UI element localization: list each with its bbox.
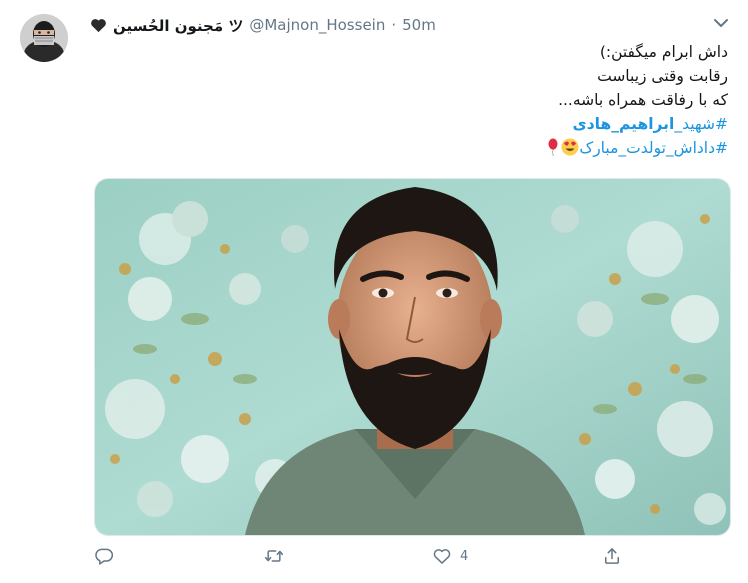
- retweet-icon: [264, 550, 284, 562]
- hashtag-link[interactable]: #داداش_تولدت_مبارک: [579, 139, 728, 157]
- black-heart-icon: [91, 18, 106, 32]
- heart-eyes-emoji-icon: [561, 138, 579, 156]
- tweet-line: که با رفاقت همراه باشه...: [558, 91, 728, 109]
- hashtag-bold-part: ابراهیم_هادی: [572, 115, 675, 133]
- chevron-down-icon[interactable]: [710, 14, 732, 32]
- display-name[interactable]: مَجنون الحُسین ツ: [113, 15, 243, 36]
- tweet-media-image[interactable]: [94, 178, 731, 536]
- tweet-text: داش ابرام میگفتن:) رقابت وقتی زیباست که …: [108, 40, 728, 160]
- reply-icon: [95, 548, 114, 565]
- tweet-header: مَجنون الحُسین ツ @Majnon_Hossein · 50m: [90, 14, 436, 36]
- avatar[interactable]: [20, 14, 68, 62]
- like-heart-icon: [433, 549, 451, 564]
- reply-button[interactable]: [94, 546, 114, 566]
- tweet-line: داش ابرام میگفتن:): [599, 43, 728, 61]
- user-handle[interactable]: @Majnon_Hossein: [249, 16, 385, 34]
- hashtag-link[interactable]: #شهید_ابراهیم_هادی: [573, 115, 728, 133]
- hashtag-line-1: #شهید_ابراهیم_هادی: [108, 112, 728, 136]
- like-count: 4: [460, 548, 469, 564]
- separator-dot: ·: [391, 16, 397, 34]
- tweet-timestamp[interactable]: 50m: [402, 16, 436, 34]
- portrait-photo: [95, 179, 730, 535]
- tweet-line: رقابت وقتی زیباست: [597, 67, 728, 85]
- tweet-actions: 4: [90, 544, 730, 570]
- share-button[interactable]: [602, 546, 622, 566]
- like-button[interactable]: 4: [432, 546, 468, 566]
- hashtag-line-2: #داداش_تولدت_مبارک: [108, 136, 728, 160]
- share-icon: [605, 548, 619, 564]
- balloon-emoji-icon: [548, 138, 558, 156]
- retweet-button[interactable]: [264, 546, 284, 566]
- hashtag-prefix: #شهید_: [674, 115, 728, 133]
